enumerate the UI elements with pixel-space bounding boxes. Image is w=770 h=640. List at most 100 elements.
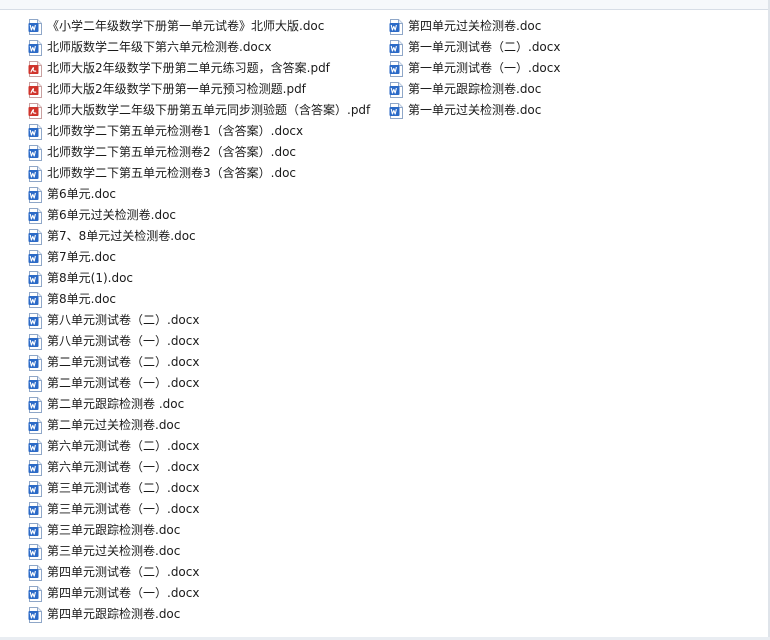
file-item-1-0[interactable]: 第四单元过关检测卷.doc bbox=[389, 16, 560, 37]
word-doc-icon bbox=[28, 207, 42, 224]
file-name: 北师大版2年级数学下册第二单元练习题，含答案.pdf bbox=[47, 61, 330, 75]
file-name: 北师大版2年级数学下册第一单元预习检测题.pdf bbox=[47, 82, 306, 96]
file-item-0-6[interactable]: 北师数学二下第五单元检测卷2（含答案）.doc bbox=[28, 142, 370, 163]
file-name: 第一单元测试卷（一）.docx bbox=[408, 61, 561, 75]
file-item-0-5[interactable]: 北师数学二下第五单元检测卷1（含答案）.docx bbox=[28, 121, 370, 142]
file-name: 第三单元测试卷（二）.docx bbox=[47, 481, 200, 495]
file-item-0-16[interactable]: 第二单元测试卷（二）.docx bbox=[28, 352, 370, 373]
file-item-0-4[interactable]: 北师大版数学二年级下册第五单元同步测验题（含答案）.pdf bbox=[28, 100, 370, 121]
file-name: 第二单元测试卷（一）.docx bbox=[47, 376, 200, 390]
file-name: 第八单元测试卷（二）.docx bbox=[47, 313, 200, 327]
word-doc-icon bbox=[28, 417, 42, 434]
pdf-icon bbox=[28, 81, 42, 98]
file-item-0-22[interactable]: 第三单元测试卷（二）.docx bbox=[28, 478, 370, 499]
word-doc-icon bbox=[28, 438, 42, 455]
file-name: 第一单元过关检测卷.doc bbox=[408, 103, 542, 117]
file-name: 北师数学二下第五单元检测卷3（含答案）.doc bbox=[47, 166, 297, 180]
file-item-0-8[interactable]: 第6单元.doc bbox=[28, 184, 370, 205]
file-name: 第二单元测试卷（二）.docx bbox=[47, 355, 200, 369]
file-name: 第四单元跟踪检测卷.doc bbox=[47, 607, 181, 621]
file-name: 第6单元过关检测卷.doc bbox=[47, 208, 177, 222]
word-doc-icon bbox=[28, 165, 42, 182]
file-item-0-20[interactable]: 第六单元测试卷（二）.docx bbox=[28, 436, 370, 457]
pdf-icon bbox=[28, 60, 42, 77]
word-doc-icon bbox=[28, 123, 42, 140]
file-name: 第二单元跟踪检测卷 .doc bbox=[47, 397, 185, 411]
file-name: 第四单元测试卷（二）.docx bbox=[47, 565, 200, 579]
word-doc-icon bbox=[28, 585, 42, 602]
word-doc-icon bbox=[389, 18, 403, 35]
file-item-0-25[interactable]: 第三单元过关检测卷.doc bbox=[28, 541, 370, 562]
file-name: 第三单元跟踪检测卷.doc bbox=[47, 523, 181, 537]
file-list-view: 《小学二年级数学下册第一单元试卷》北师大版.doc 北师版数学二年级下第六单元检… bbox=[0, 0, 770, 640]
file-column-2: 第四单元过关检测卷.doc 第一单元测试卷（二）.docx 第一单元测试卷（一）… bbox=[389, 16, 560, 121]
file-item-0-19[interactable]: 第二单元过关检测卷.doc bbox=[28, 415, 370, 436]
word-doc-icon bbox=[28, 543, 42, 560]
file-item-0-12[interactable]: 第8单元(1).doc bbox=[28, 268, 370, 289]
file-item-0-18[interactable]: 第二单元跟踪检测卷 .doc bbox=[28, 394, 370, 415]
file-name: 北师大版数学二年级下册第五单元同步测验题（含答案）.pdf bbox=[47, 103, 371, 117]
word-doc-icon bbox=[389, 102, 403, 119]
file-item-0-17[interactable]: 第二单元测试卷（一）.docx bbox=[28, 373, 370, 394]
word-doc-icon bbox=[28, 522, 42, 539]
file-item-0-1[interactable]: 北师版数学二年级下第六单元检测卷.docx bbox=[28, 37, 370, 58]
file-item-0-24[interactable]: 第三单元跟踪检测卷.doc bbox=[28, 520, 370, 541]
word-doc-icon bbox=[28, 144, 42, 161]
word-doc-icon bbox=[28, 501, 42, 518]
file-item-0-21[interactable]: 第六单元测试卷（一）.docx bbox=[28, 457, 370, 478]
file-name: 第一单元跟踪检测卷.doc bbox=[408, 82, 542, 96]
file-item-0-10[interactable]: 第7、8单元过关检测卷.doc bbox=[28, 226, 370, 247]
word-doc-icon bbox=[28, 18, 42, 35]
file-item-0-0[interactable]: 《小学二年级数学下册第一单元试卷》北师大版.doc bbox=[28, 16, 370, 37]
file-item-1-3[interactable]: 第一单元跟踪检测卷.doc bbox=[389, 79, 560, 100]
file-item-0-9[interactable]: 第6单元过关检测卷.doc bbox=[28, 205, 370, 226]
word-doc-icon bbox=[28, 228, 42, 245]
file-name: 第八单元测试卷（一）.docx bbox=[47, 334, 200, 348]
file-item-0-7[interactable]: 北师数学二下第五单元检测卷3（含答案）.doc bbox=[28, 163, 370, 184]
file-name: 第8单元.doc bbox=[47, 292, 117, 306]
file-name: 第四单元过关检测卷.doc bbox=[408, 19, 542, 33]
file-column-1: 《小学二年级数学下册第一单元试卷》北师大版.doc 北师版数学二年级下第六单元检… bbox=[28, 16, 370, 625]
file-item-0-15[interactable]: 第八单元测试卷（一）.docx bbox=[28, 331, 370, 352]
word-doc-icon bbox=[28, 39, 42, 56]
word-doc-icon bbox=[389, 39, 403, 56]
word-doc-icon bbox=[28, 186, 42, 203]
file-name: 《小学二年级数学下册第一单元试卷》北师大版.doc bbox=[47, 19, 325, 33]
word-doc-icon bbox=[28, 459, 42, 476]
word-doc-icon bbox=[389, 81, 403, 98]
file-item-1-4[interactable]: 第一单元过关检测卷.doc bbox=[389, 100, 560, 121]
word-doc-icon bbox=[28, 480, 42, 497]
file-name: 第四单元测试卷（一）.docx bbox=[47, 586, 200, 600]
file-item-0-13[interactable]: 第8单元.doc bbox=[28, 289, 370, 310]
file-name: 第一单元测试卷（二）.docx bbox=[408, 40, 561, 54]
file-name: 第7、8单元过关检测卷.doc bbox=[47, 229, 196, 243]
word-doc-icon bbox=[28, 291, 42, 308]
file-name: 北师版数学二年级下第六单元检测卷.docx bbox=[47, 40, 272, 54]
word-doc-icon bbox=[28, 606, 42, 623]
word-doc-icon bbox=[28, 354, 42, 371]
word-doc-icon bbox=[28, 333, 42, 350]
word-doc-icon bbox=[28, 312, 42, 329]
file-name: 第六单元测试卷（二）.docx bbox=[47, 439, 200, 453]
file-item-0-3[interactable]: 北师大版2年级数学下册第一单元预习检测题.pdf bbox=[28, 79, 370, 100]
word-doc-icon bbox=[28, 270, 42, 287]
file-name: 第7单元.doc bbox=[47, 250, 117, 264]
word-doc-icon bbox=[28, 375, 42, 392]
file-item-0-26[interactable]: 第四单元测试卷（二）.docx bbox=[28, 562, 370, 583]
file-name: 第三单元测试卷（一）.docx bbox=[47, 502, 200, 516]
file-name: 北师数学二下第五单元检测卷1（含答案）.docx bbox=[47, 124, 304, 138]
file-item-0-28[interactable]: 第四单元跟踪检测卷.doc bbox=[28, 604, 370, 625]
file-name: 第6单元.doc bbox=[47, 187, 117, 201]
file-item-0-27[interactable]: 第四单元测试卷（一）.docx bbox=[28, 583, 370, 604]
file-name: 第二单元过关检测卷.doc bbox=[47, 418, 181, 432]
file-item-0-14[interactable]: 第八单元测试卷（二）.docx bbox=[28, 310, 370, 331]
file-name: 第六单元测试卷（一）.docx bbox=[47, 460, 200, 474]
file-item-0-2[interactable]: 北师大版2年级数学下册第二单元练习题，含答案.pdf bbox=[28, 58, 370, 79]
file-item-1-2[interactable]: 第一单元测试卷（一）.docx bbox=[389, 58, 560, 79]
word-doc-icon bbox=[28, 564, 42, 581]
file-item-0-11[interactable]: 第7单元.doc bbox=[28, 247, 370, 268]
pdf-icon bbox=[28, 102, 42, 119]
file-item-1-1[interactable]: 第一单元测试卷（二）.docx bbox=[389, 37, 560, 58]
file-name: 第三单元过关检测卷.doc bbox=[47, 544, 181, 558]
file-item-0-23[interactable]: 第三单元测试卷（一）.docx bbox=[28, 499, 370, 520]
